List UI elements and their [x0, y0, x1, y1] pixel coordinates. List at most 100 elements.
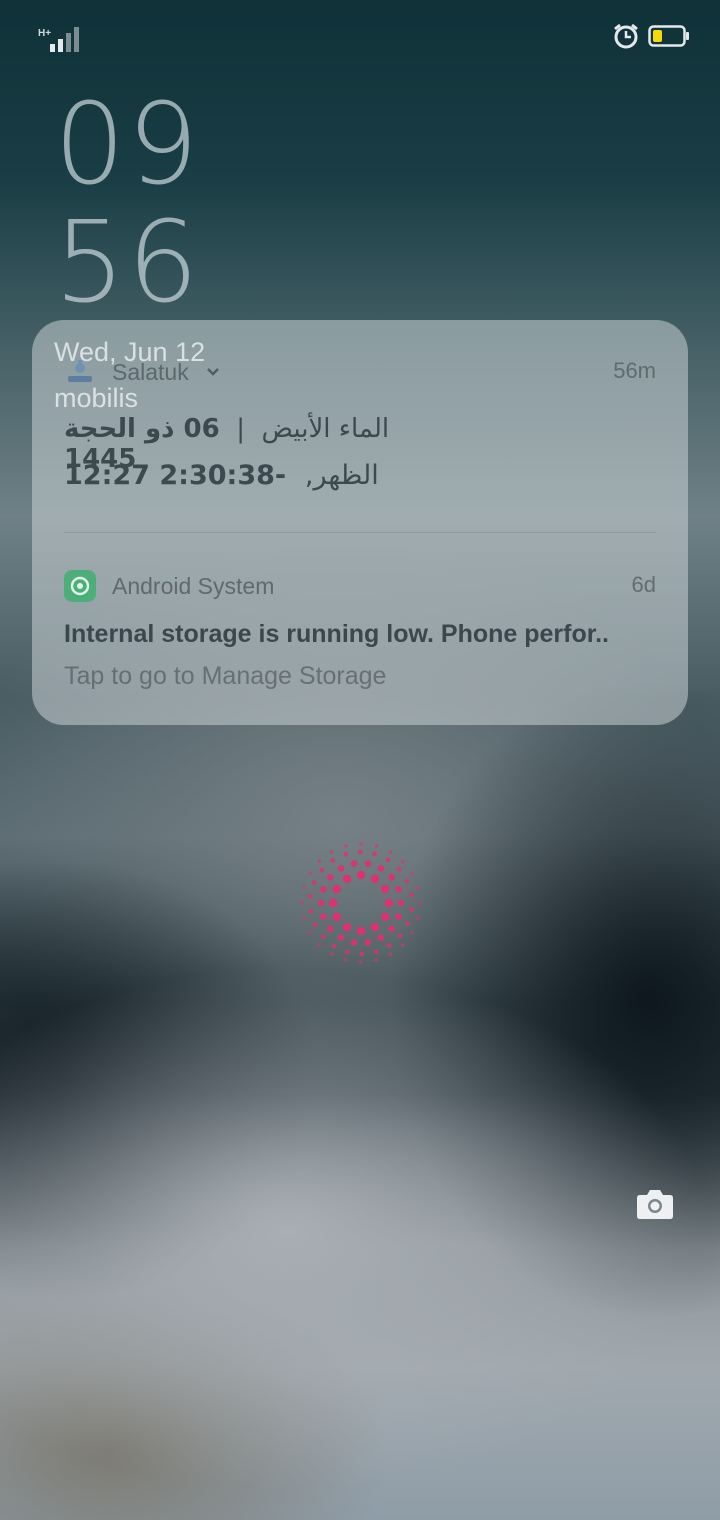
notification-android-system[interactable]: Android System 6d Internal storage is ru…: [32, 534, 688, 724]
fingerprint-dot: [317, 899, 325, 907]
fingerprint-dot: [328, 898, 338, 908]
fingerprint-dot: [320, 885, 327, 893]
fingerprint-dot: [385, 857, 391, 863]
fingerprint-dot: [311, 880, 317, 885]
fingerprint-dot: [386, 943, 392, 948]
fingerprint-dot: [350, 860, 358, 867]
prayer-countdown: -2:30:38: [159, 460, 287, 491]
fingerprint-dot: [343, 958, 348, 962]
fingerprint-dot: [384, 898, 394, 908]
fingerprint-dot: [370, 923, 380, 932]
fingerprint-dot: [327, 873, 334, 881]
fingerprint-dot: [329, 850, 334, 854]
fingerprint-dot: [343, 851, 349, 857]
signal-icon: H+: [38, 27, 79, 52]
svg-text:H+: H+: [38, 28, 51, 39]
location-text: الماء الأبيض: [261, 414, 390, 444]
fingerprint-dot: [337, 864, 345, 872]
status-bar: H+: [0, 18, 720, 54]
fingerprint-dot: [388, 873, 396, 881]
fingerprint-dot: [356, 870, 366, 880]
fingerprint-dot: [331, 943, 337, 949]
carrier-name: mobilis: [54, 383, 139, 413]
separator: |: [236, 414, 246, 444]
fingerprint-dot: [416, 886, 420, 890]
fingerprint-dot: [357, 849, 363, 855]
fingerprint-dot: [308, 908, 314, 914]
fingerprint-dot: [397, 899, 405, 907]
fingerprint-dot: [396, 866, 402, 872]
fingerprint-dot: [302, 885, 306, 890]
battery-icon: [648, 25, 689, 47]
fingerprint-dot: [350, 939, 358, 946]
fingerprint-dot: [320, 934, 326, 940]
fingerprint-dot: [374, 844, 379, 848]
fingerprint-dot: [377, 934, 385, 942]
fingerprint-dot: [317, 942, 321, 947]
fingerprint-dot: [332, 912, 341, 922]
prayer-line: 12:27 الظهر, -2:30:38: [64, 460, 379, 491]
fingerprint-dot: [400, 943, 405, 947]
fingerprint-dot: [388, 952, 393, 956]
fingerprint-dot: [344, 844, 348, 848]
fingerprint-dot: [337, 934, 345, 941]
notification-body: Tap to go to Manage Storage: [64, 662, 387, 690]
fingerprint-dot: [364, 860, 372, 867]
fingerprint-dot: [377, 865, 385, 872]
lockscreen-clock: 09 56: [54, 86, 201, 322]
fingerprint-dot: [374, 958, 378, 962]
clock-minute: 56: [54, 198, 201, 328]
fingerprint-dot: [320, 913, 327, 920]
prayer-time: 12:27: [64, 460, 150, 491]
fingerprint-dot: [302, 916, 306, 920]
fingerprint-dot: [397, 933, 403, 939]
fingerprint-dot: [372, 851, 378, 857]
fingerprint-dot: [381, 912, 390, 922]
fingerprint-dot: [356, 926, 366, 936]
fingerprint-dot: [408, 892, 414, 898]
fingerprint-dot: [326, 925, 334, 933]
fingerprint-dot: [330, 858, 336, 863]
fingerprint-dot: [342, 923, 352, 932]
fingerprint-dot: [370, 874, 380, 883]
fingerprint-dot: [404, 878, 410, 884]
lockscreen-date: Wed, Jun 12: [54, 337, 206, 367]
fingerprint-dot: [342, 874, 352, 883]
divider: [64, 532, 656, 533]
fingerprint-dot: [388, 850, 393, 854]
chevron-down-icon[interactable]: [205, 364, 221, 380]
camera-icon[interactable]: [636, 1186, 674, 1220]
notification-time: 6d: [631, 572, 656, 597]
fingerprint-dot: [388, 925, 395, 933]
fingerprint-dot: [395, 886, 402, 893]
notification-header: Android System: [64, 570, 274, 602]
fingerprint-dot: [307, 893, 313, 899]
fingerprint-dot: [395, 913, 402, 921]
fingerprint-dot: [416, 916, 420, 921]
fingerprint-dot: [308, 871, 312, 876]
fingerprint-dot: [405, 921, 411, 926]
notification-title: Internal storage is running low. Phone p…: [64, 620, 609, 648]
fingerprint-dot: [319, 867, 325, 873]
fingerprint-dot: [410, 871, 414, 876]
fingerprint-dot: [359, 842, 363, 846]
fingerprint-dot: [373, 949, 379, 955]
prayer-name: الظهر,: [304, 460, 379, 491]
notification-time: 56m: [613, 358, 656, 383]
fingerprint-dot: [418, 901, 422, 905]
fingerprint-dot: [409, 907, 415, 913]
fingerprint-dot: [300, 901, 304, 905]
fingerprint-dot: [401, 859, 405, 864]
fingerprint-dot: [344, 949, 350, 955]
fingerprint-dot: [364, 939, 372, 946]
fingerprint-dot: [332, 884, 341, 894]
fingerprint-dot: [359, 960, 363, 964]
alarm-icon: [614, 23, 638, 49]
fingerprint-icon[interactable]: [300, 842, 422, 964]
fingerprint-dot: [317, 859, 322, 863]
fingerprint-dot: [381, 884, 390, 894]
clock-hour: 09: [54, 80, 201, 210]
app-name: Android System: [112, 572, 275, 599]
fingerprint-dot: [308, 930, 312, 935]
fingerprint-dot: [410, 930, 414, 935]
